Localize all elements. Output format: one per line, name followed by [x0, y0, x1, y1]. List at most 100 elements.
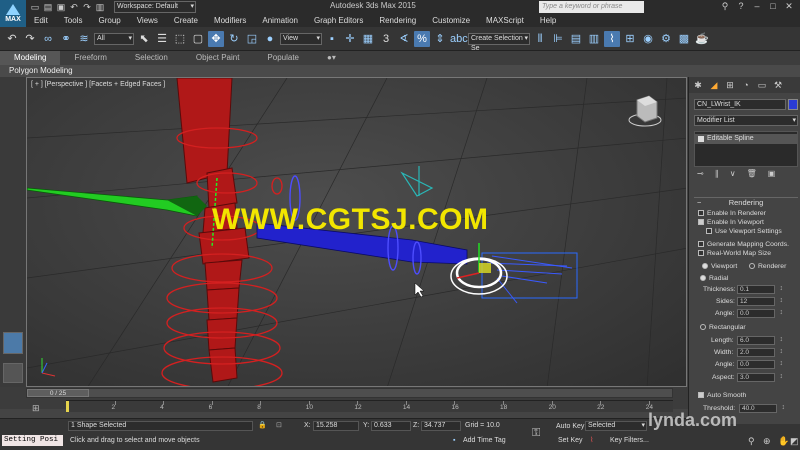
search-input[interactable]: Type a keyword or phrase — [539, 1, 644, 13]
radial-radio[interactable]: Radial — [700, 274, 728, 283]
key-icon[interactable]: ⚿ — [532, 427, 540, 440]
named-selection-dropdown[interactable]: Create Selection Se — [468, 32, 530, 52]
angle2-spinner[interactable]: 0.0 — [737, 360, 783, 369]
snaps-toggle-icon[interactable]: 3 — [378, 31, 394, 47]
stack-item-editable-spline[interactable]: Editable Spline — [695, 134, 797, 144]
menu-item-rendering[interactable]: Rendering — [371, 14, 424, 27]
time-slider[interactable]: 0 / 25 — [26, 388, 673, 398]
binoculars-icon[interactable]: ⚲ — [718, 1, 732, 12]
menu-item-group[interactable]: Group — [90, 14, 128, 27]
ribbon-options-icon[interactable]: ●▾ — [313, 51, 350, 65]
app-logo[interactable]: MAX — [0, 0, 26, 27]
unlink-icon[interactable]: ⚭ — [58, 31, 74, 47]
object-name-field[interactable]: CN_LWrist_IK — [694, 99, 786, 110]
ribbon-tab-freeform[interactable]: Freeform — [60, 51, 120, 65]
redo-icon[interactable]: ↷ — [22, 31, 38, 47]
track-bar[interactable]: 2 4 6 8 10 12 14 16 18 20 22 24 — [66, 400, 673, 412]
layer-explorer-icon[interactable]: ▤ — [568, 31, 584, 47]
zoom-icon[interactable]: ⚲ — [748, 436, 755, 447]
pan-icon[interactable]: ✋ — [778, 436, 789, 447]
maxscript-listener[interactable]: Setting Posi — [2, 435, 63, 446]
y-coordinate-field[interactable]: 0.633 — [371, 421, 411, 431]
help-icon[interactable]: ? — [734, 1, 748, 12]
menu-item-create[interactable]: Create — [166, 14, 206, 27]
select-manipulate-icon[interactable]: ✛ — [342, 31, 358, 47]
angle-snap-icon[interactable]: ∢ — [396, 31, 412, 47]
percent-snap-icon[interactable]: % — [414, 30, 430, 47]
utilities-tab-icon[interactable]: ⚒ — [772, 80, 784, 91]
aspect-spinner[interactable]: 3.0 — [737, 373, 783, 382]
viewport-label[interactable]: [ + ] [Perspective ] [Facets + Edged Fac… — [31, 81, 165, 88]
select-by-name-icon[interactable]: ☰ — [154, 31, 170, 47]
z-coordinate-field[interactable]: 34.737 — [421, 421, 461, 431]
menu-item-maxscript[interactable]: MAXScript — [478, 14, 532, 27]
undo-icon[interactable]: ↶ — [4, 31, 20, 47]
graphite-toggle-icon[interactable]: ▥ — [586, 31, 602, 47]
rendered-frame-icon[interactable]: ▩ — [676, 31, 692, 47]
render-production-icon[interactable]: ☕ — [694, 31, 710, 47]
menu-item-tools[interactable]: Tools — [56, 14, 91, 27]
ribbon-tab-populate[interactable]: Populate — [253, 51, 313, 65]
menu-item-views[interactable]: Views — [129, 14, 166, 27]
selection-filter-dropdown[interactable]: All — [94, 32, 134, 45]
spinner-snap-icon[interactable]: ⇕ — [432, 31, 448, 47]
use-viewport-settings-checkbox[interactable]: Use Viewport Settings — [706, 227, 782, 236]
keyboard-shortcut-icon[interactable]: ▦ — [360, 31, 376, 47]
set-key-button[interactable]: Set Key — [558, 437, 583, 444]
auto-smooth-checkbox[interactable]: Auto Smooth — [698, 391, 746, 400]
mirror-icon[interactable]: ⫴ — [532, 31, 548, 47]
menu-item-modifiers[interactable]: Modifiers — [206, 14, 254, 27]
real-world-map-checkbox[interactable]: Real-World Map Size — [698, 249, 771, 258]
make-unique-icon[interactable]: ∨ — [730, 169, 736, 178]
maximize-viewport-icon[interactable]: ◩ — [790, 436, 799, 447]
rectangular-selection-icon[interactable]: ⬚ — [172, 31, 188, 47]
rectangular-radio[interactable]: Rectangular — [700, 323, 746, 332]
show-end-result-icon[interactable]: ∥ — [715, 169, 719, 178]
key-selection-dropdown[interactable]: Selected — [585, 421, 647, 431]
enable-in-renderer-checkbox[interactable]: Enable In Renderer — [698, 209, 766, 218]
threshold-spinner[interactable]: 40.0 — [739, 404, 785, 413]
viewport-radio[interactable]: Viewport — [702, 262, 737, 271]
pivot-center-icon[interactable]: ▪ — [324, 31, 340, 47]
mini-curve-editor-icon[interactable]: ⊞ — [32, 403, 40, 414]
menu-item-edit[interactable]: Edit — [26, 14, 56, 27]
display-tab-icon[interactable]: ▭ — [756, 80, 768, 91]
select-and-scale-icon[interactable]: ◲ — [244, 31, 260, 47]
menu-item-customize[interactable]: Customize — [424, 14, 478, 27]
select-object-icon[interactable]: ⬉ — [136, 31, 152, 47]
project-folder-icon[interactable]: ▥ — [95, 2, 105, 12]
thickness-spinner[interactable]: 0.1 — [737, 285, 783, 294]
close-icon[interactable]: ✕ — [782, 1, 796, 12]
generate-mapping-checkbox[interactable]: Generate Mapping Coords. — [698, 240, 789, 249]
renderer-radio[interactable]: Renderer — [749, 262, 786, 271]
enable-in-viewport-checkbox[interactable]: Enable In Viewport — [698, 218, 764, 227]
hierarchy-tab-icon[interactable]: ⊞ — [724, 80, 736, 91]
viewport-layout-icon[interactable] — [3, 363, 23, 383]
remove-modifier-icon[interactable]: 🗑 — [747, 169, 757, 178]
motion-tab-icon[interactable]: ◔ — [740, 80, 752, 90]
bind-space-warp-icon[interactable]: ≋ — [76, 31, 92, 47]
select-and-rotate-icon[interactable]: ↻ — [226, 31, 242, 47]
link-icon[interactable]: ∞ — [40, 31, 56, 47]
material-editor-icon[interactable]: ◉ — [640, 31, 656, 47]
curve-editor-icon[interactable]: ⌇ — [604, 30, 620, 47]
create-tab-icon[interactable]: ✱ — [692, 80, 704, 91]
window-crossing-icon[interactable]: ▢ — [190, 31, 206, 47]
select-and-move-icon[interactable]: ✥ — [208, 30, 224, 47]
minimize-icon[interactable]: – — [750, 1, 764, 12]
configure-sets-icon[interactable]: ▣ — [768, 169, 776, 178]
maximize-icon[interactable]: □ — [766, 1, 780, 12]
edit-named-selection-icon[interactable]: abc — [450, 31, 468, 47]
render-setup-icon[interactable]: ⚙ — [658, 31, 674, 47]
redo-icon[interactable]: ↷ — [82, 2, 92, 12]
modifier-list-dropdown[interactable]: Modifier List — [694, 115, 798, 126]
key-filters-button[interactable]: Key Filters... — [610, 437, 649, 444]
open-file-icon[interactable]: ▤ — [43, 2, 53, 12]
width-spinner[interactable]: 2.0 — [737, 348, 783, 357]
rendering-rollout-header[interactable]: Rendering — [694, 197, 798, 208]
new-file-icon[interactable]: ▭ — [30, 2, 40, 12]
modify-tab-icon[interactable]: ◢ — [708, 80, 720, 91]
workspace-dropdown[interactable]: Workspace: Default — [114, 1, 196, 13]
viewport-layout-icon[interactable] — [3, 332, 23, 354]
undo-icon[interactable]: ↶ — [69, 2, 79, 12]
